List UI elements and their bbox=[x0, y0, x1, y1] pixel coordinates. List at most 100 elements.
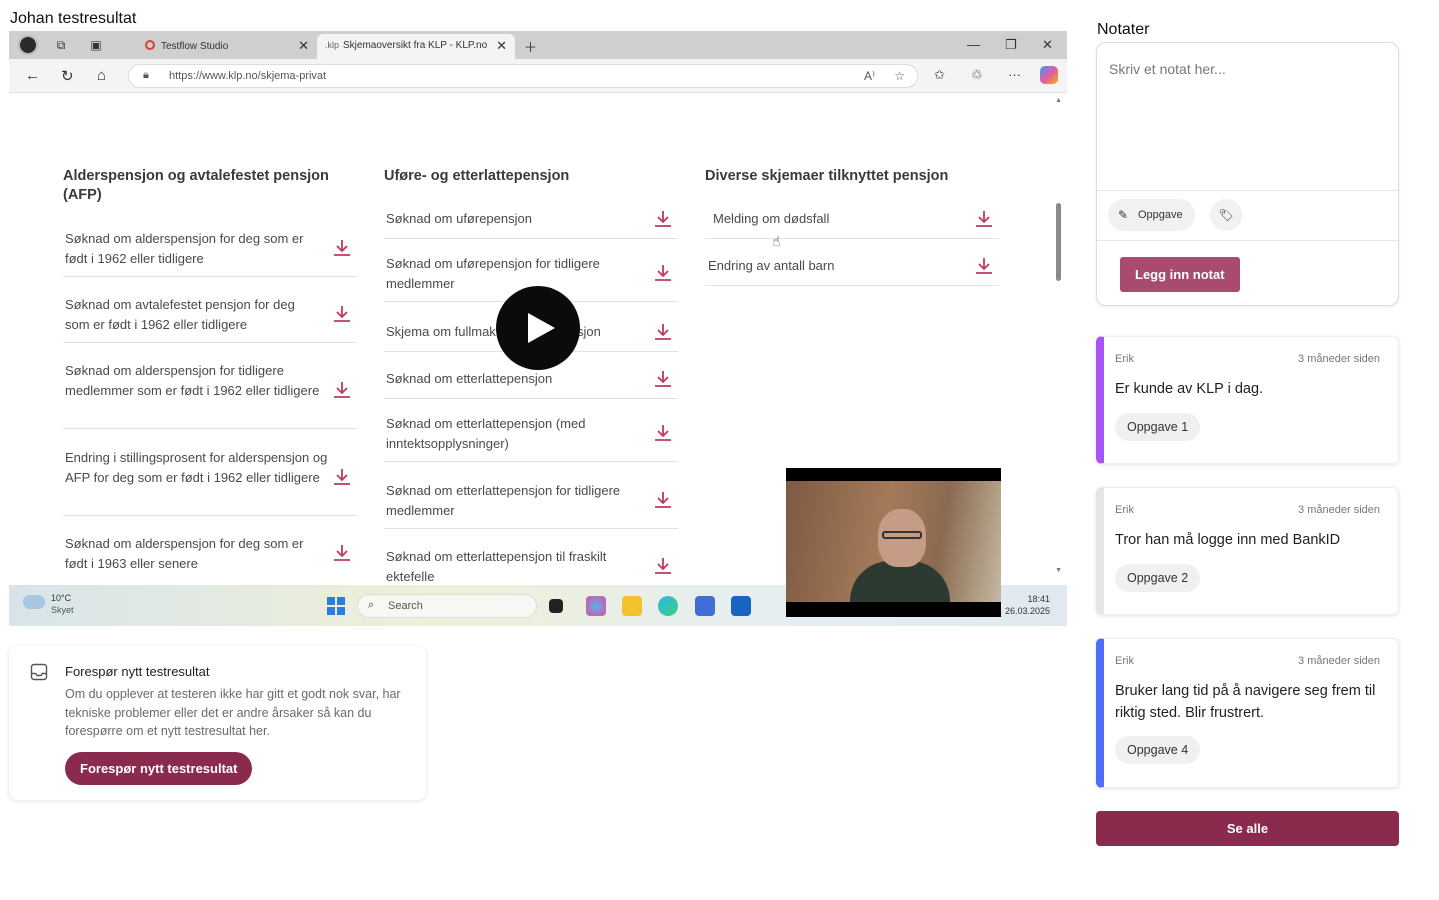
add-note-button[interactable]: Legg inn notat bbox=[1120, 257, 1240, 292]
note-author: Erik bbox=[1115, 504, 1134, 516]
form-link[interactable]: Søknad om alderspensjon for tidligere me… bbox=[63, 355, 357, 429]
download-icon[interactable] bbox=[652, 489, 674, 511]
copilot-app-icon[interactable] bbox=[586, 596, 606, 616]
tab-label: Skjemaoversikt fra KLP - KLP.no bbox=[343, 40, 488, 51]
favorites-icon[interactable]: ✩ bbox=[934, 67, 945, 83]
note-text: Bruker lang tid på å navigere seg frem t… bbox=[1115, 683, 1376, 721]
file-explorer-icon[interactable] bbox=[622, 596, 642, 616]
workspaces-icon[interactable]: ⧉ bbox=[54, 38, 68, 52]
record-icon bbox=[145, 40, 155, 50]
tab-testflow[interactable]: Testflow Studio ✕ bbox=[119, 34, 317, 59]
form-link[interactable]: Søknad om alderspensjon for deg som er f… bbox=[63, 223, 357, 277]
note-timestamp: 3 måneder siden bbox=[1298, 655, 1380, 667]
tab-klp[interactable]: .klp Skjemaoversikt fra KLP - KLP.no ✕ bbox=[317, 34, 515, 59]
note-card: Erik 3 måneder siden Er kunde av KLP i d… bbox=[1096, 336, 1399, 464]
home-icon[interactable]: ⌂ bbox=[97, 67, 106, 84]
restore-icon[interactable]: ❐ bbox=[1005, 37, 1017, 53]
tab-actions-icon[interactable]: ▣ bbox=[89, 38, 103, 52]
scrollbar-thumb[interactable] bbox=[1056, 203, 1061, 281]
close-window-icon[interactable]: ✕ bbox=[1042, 37, 1053, 53]
download-icon[interactable] bbox=[331, 466, 353, 488]
download-icon[interactable] bbox=[973, 255, 995, 277]
form-label: Søknad om alderspensjon for deg som er f… bbox=[65, 231, 304, 266]
webcam-person bbox=[850, 561, 950, 602]
note-text: Tror han må logge inn med BankID bbox=[1115, 532, 1341, 548]
form-link[interactable]: Melding om dødsfall bbox=[705, 199, 999, 239]
more-icon[interactable]: ··· bbox=[1008, 67, 1021, 82]
form-link[interactable]: Søknad om etterlattepensjon for tidliger… bbox=[384, 473, 678, 529]
notes-heading: Notater bbox=[1097, 21, 1150, 38]
weather-temperature: 10°C bbox=[51, 593, 72, 603]
download-icon[interactable] bbox=[652, 422, 674, 444]
request-new-result-button[interactable]: Forespør nytt testresultat bbox=[65, 752, 253, 785]
download-icon[interactable] bbox=[652, 321, 674, 343]
download-icon[interactable] bbox=[331, 542, 353, 564]
form-link[interactable]: Søknad om avtalefestet pensjon for deg s… bbox=[63, 289, 357, 343]
form-link[interactable]: Søknad om uførepensjon bbox=[384, 199, 678, 239]
scroll-up-icon[interactable]: ▲ bbox=[1055, 97, 1062, 104]
download-icon[interactable] bbox=[331, 237, 353, 259]
request-new-result-card: Forespør nytt testresultat Om du oppleve… bbox=[9, 646, 426, 800]
download-icon[interactable] bbox=[331, 379, 353, 401]
search-icon: ⌕ bbox=[368, 599, 375, 611]
note-input[interactable] bbox=[1097, 43, 1398, 191]
form-label: Melding om dødsfall bbox=[713, 211, 830, 226]
play-button[interactable] bbox=[496, 286, 580, 370]
download-icon[interactable] bbox=[652, 262, 674, 284]
play-icon bbox=[528, 313, 555, 343]
task-select-chip[interactable]: ✎ Oppgave bbox=[1108, 199, 1195, 231]
form-label: Søknad om uførepensjon bbox=[386, 211, 532, 226]
task-view-icon[interactable] bbox=[549, 599, 563, 613]
store-icon[interactable] bbox=[695, 596, 715, 616]
copilot-icon[interactable] bbox=[1040, 66, 1058, 84]
edge-icon[interactable] bbox=[658, 596, 678, 616]
edit-icon: ✎ bbox=[1118, 208, 1129, 222]
form-link[interactable]: Endring i stillingsprosent for alderspen… bbox=[63, 442, 357, 516]
request-title: Forespør nytt testresultat bbox=[65, 664, 210, 679]
url-field[interactable]: 🔒︎ https://www.klp.no/skjema-privat A⁾ ☆ bbox=[128, 64, 918, 88]
note-task-tag[interactable]: Oppgave 1 bbox=[1115, 413, 1201, 441]
lock-icon: 🔒︎ bbox=[143, 69, 149, 81]
form-link[interactable]: Søknad om etterlattepensjon (med inntekt… bbox=[384, 406, 678, 462]
back-icon[interactable]: ← bbox=[25, 67, 40, 84]
scroll-down-icon[interactable]: ▼ bbox=[1055, 567, 1062, 574]
form-label: Skjema om fullmakt bbox=[386, 324, 500, 339]
download-icon[interactable] bbox=[652, 208, 674, 230]
note-task-tag[interactable]: Oppgave 2 bbox=[1115, 564, 1201, 592]
download-icon[interactable] bbox=[331, 303, 353, 325]
form-label: Endring av antall barn bbox=[708, 258, 835, 273]
note-task-tag[interactable]: Oppgave 4 bbox=[1115, 736, 1201, 764]
test-recording-video[interactable]: ⧉ ▣ Testflow Studio ✕ .klp Skjemaoversikt… bbox=[9, 31, 1067, 626]
note-timestamp: 3 måneder siden bbox=[1298, 353, 1380, 365]
column-heading: Alderspensjon og avtalefestet pensjon (A… bbox=[63, 168, 329, 203]
webcam-person bbox=[882, 531, 922, 539]
note-author: Erik bbox=[1115, 655, 1134, 667]
extensions-icon[interactable]: ♲ bbox=[971, 67, 983, 83]
tag-icon[interactable]: 🏷︎ bbox=[1210, 199, 1242, 231]
minimize-icon[interactable]: — bbox=[967, 37, 980, 52]
form-link[interactable]: Søknad om etterlattepensjon til fraskilt… bbox=[384, 539, 678, 585]
favorite-star-icon[interactable]: ☆ bbox=[894, 69, 905, 83]
new-tab-icon[interactable]: ＋ bbox=[524, 37, 537, 56]
refresh-icon[interactable]: ↻ bbox=[61, 67, 74, 85]
download-icon[interactable] bbox=[652, 368, 674, 390]
note-timestamp: 3 måneder siden bbox=[1298, 504, 1380, 516]
download-icon[interactable] bbox=[973, 208, 995, 230]
form-label: Endring i stillingsprosent for alderspen… bbox=[65, 450, 328, 485]
outlook-icon[interactable] bbox=[731, 596, 751, 616]
close-tab-icon[interactable]: ✕ bbox=[298, 38, 309, 54]
note-card: Erik 3 måneder siden Tror han må logge i… bbox=[1096, 487, 1399, 615]
windows-start-icon[interactable] bbox=[327, 597, 345, 615]
form-link[interactable]: Søknad om alderspensjon for deg som er f… bbox=[63, 528, 357, 582]
taskbar-search[interactable]: ⌕ Search bbox=[357, 594, 537, 618]
form-label: Søknad om etterlattepensjon bbox=[386, 371, 553, 386]
profile-avatar[interactable] bbox=[18, 35, 38, 55]
close-tab-icon[interactable]: ✕ bbox=[496, 38, 507, 54]
read-aloud-icon[interactable]: A⁾ bbox=[864, 69, 875, 83]
see-all-notes-button[interactable]: Se alle bbox=[1096, 811, 1399, 846]
cloud-icon bbox=[23, 595, 45, 609]
hand-cursor-icon: ☝︎ bbox=[772, 233, 781, 249]
taskbar-search-text: Search bbox=[388, 600, 423, 612]
download-icon[interactable] bbox=[652, 555, 674, 577]
form-link[interactable]: Endring av antall barn bbox=[705, 246, 999, 286]
